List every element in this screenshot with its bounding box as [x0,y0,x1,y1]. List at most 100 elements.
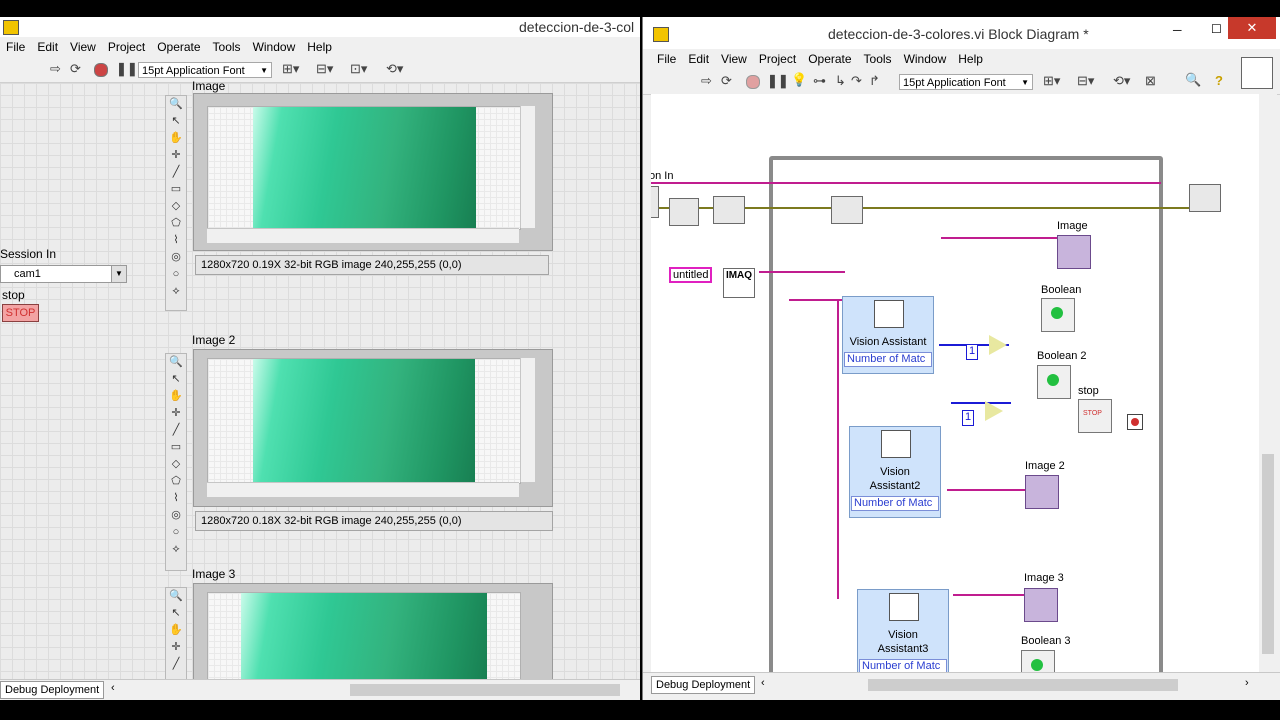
oval-tool-icon[interactable]: ○ [166,524,186,541]
session-in-terminal[interactable] [651,186,659,218]
scroll-left-icon[interactable]: ‹ [111,682,115,694]
front-panel-hscroll-thumb[interactable] [350,684,620,696]
image1-display[interactable] [193,93,553,251]
block-diagram-hscroll-thumb[interactable] [868,679,1178,691]
menu-help[interactable]: Help [301,37,338,54]
pan-hand-icon[interactable]: ✋ [166,622,186,639]
untitled-constant[interactable]: untitled [669,267,713,283]
step-into-icon[interactable]: ↳ [835,73,846,89]
vision-assistant-3[interactable]: Vision Assistant3 Number of Matc [857,589,949,672]
pause-icon[interactable]: ❚❚ [767,73,789,89]
resize-objects-icon[interactable]: ⊡▾ [350,61,367,77]
boolean-indicator[interactable] [1041,298,1075,332]
front-panel-debug-deployment[interactable]: Debug Deployment [0,681,105,699]
retain-wire-values-icon[interactable]: ⊶ [813,73,826,89]
distribute-objects-icon[interactable]: ⊟▾ [316,61,333,77]
session-in-control[interactable]: cam1 ▼ [0,265,127,283]
menu-project[interactable]: Project [753,49,802,66]
run-continuously-icon[interactable]: ⟳ [721,73,732,89]
block-diagram-titlebar[interactable]: deteccion-de-3-colores.vi Block Diagram … [643,17,1280,49]
line-tool-icon[interactable]: ╱ [166,656,186,673]
imaq-close-node[interactable] [1189,184,1221,212]
help-icon[interactable]: ? [1215,73,1223,88]
zoom-icon[interactable]: 🔍 [166,96,186,113]
menu-project[interactable]: Project [102,37,151,54]
stop-button[interactable]: STOP [2,304,39,322]
imaq-configure-node[interactable] [713,196,745,224]
freehand-icon[interactable]: ⌇ [166,490,186,507]
pointer-icon[interactable]: ↖ [166,371,186,388]
scroll-left-icon[interactable]: ‹ [761,677,765,689]
menu-window[interactable]: Window [898,49,953,66]
menu-help[interactable]: Help [952,49,989,66]
menu-file[interactable]: File [651,49,682,66]
rotated-rect-icon[interactable]: ◇ [166,456,186,473]
polygon-tool-icon[interactable]: ⬠ [166,473,186,490]
menu-view[interactable]: View [715,49,753,66]
menu-operate[interactable]: Operate [802,49,857,66]
stop-terminal[interactable]: STOP [1078,399,1112,433]
run-arrow-icon[interactable]: ⇨ [50,61,61,77]
imaq-open-node[interactable] [669,198,699,226]
menu-edit[interactable]: Edit [31,37,64,54]
image1-hscroll[interactable] [207,228,519,243]
abort-icon[interactable] [746,75,760,89]
line-tool-icon[interactable]: ╱ [166,164,186,181]
block-diagram-debug-deployment[interactable]: Debug Deployment [651,676,756,694]
oval-tool-icon[interactable]: ○ [166,266,186,283]
rectangle-tool-icon[interactable]: ▭ [166,181,186,198]
imaq-create-node[interactable]: IMAQ [723,268,755,298]
reorder-icon[interactable]: ⟲▾ [1113,73,1130,89]
distribute-objects-icon[interactable]: ⊟▾ [1077,73,1094,89]
rectangle-tool-icon[interactable]: ▭ [166,439,186,456]
menu-view[interactable]: View [64,37,102,54]
highlight-execution-icon[interactable]: 💡 [791,72,807,88]
imaq-start-node[interactable] [831,196,863,224]
number-of-matches-3[interactable]: Number of Matc [859,659,947,672]
pause-icon[interactable]: ❚❚ [116,61,138,77]
maximize-icon[interactable]: ☐ [1211,22,1222,36]
point-tool-icon[interactable]: ✛ [166,147,186,164]
freehand-icon[interactable]: ⌇ [166,232,186,249]
scroll-right-icon[interactable]: › [1245,677,1249,689]
align-objects-icon[interactable]: ⊞▾ [1043,73,1060,89]
vision-assistant-1[interactable]: Vision Assistant Number of Matc [842,296,934,374]
boolean2-indicator[interactable] [1037,365,1071,399]
image3-display[interactable] [193,583,553,686]
image2-vscroll[interactable] [520,358,535,482]
zoom-icon[interactable]: 🔍 [166,588,186,605]
minimize-icon[interactable]: ─ [1173,23,1182,37]
font-selector[interactable]: 15pt Application Font ▼ [899,74,1033,90]
equal-compare-1[interactable] [989,335,1007,355]
pan-hand-icon[interactable]: ✋ [166,130,186,147]
menu-tools[interactable]: Tools [858,49,898,66]
constant-1-b[interactable]: 1 [962,410,974,426]
font-selector[interactable]: 15pt Application Font ▼ [138,62,272,78]
vscroll-thumb[interactable] [1262,454,1274,654]
run-arrow-icon[interactable]: ⇨ [701,73,712,89]
number-of-matches-1[interactable]: Number of Matc [844,352,932,367]
constant-1-a[interactable]: 1 [966,344,978,360]
polygon-tool-icon[interactable]: ⬠ [166,215,186,232]
broken-line-icon[interactable]: ⟡ [166,541,186,558]
vision-assistant-2[interactable]: Vision Assistant2 Number of Matc [849,426,941,518]
image2-hscroll[interactable] [207,482,519,497]
equal-compare-2[interactable] [985,401,1003,421]
image2-display[interactable] [193,349,553,507]
run-continuously-icon[interactable]: ⟳ [70,61,81,77]
broken-line-icon[interactable]: ⟡ [166,283,186,300]
align-objects-icon[interactable]: ⊞▾ [282,61,299,77]
menu-edit[interactable]: Edit [682,49,715,66]
cleanup-diagram-icon[interactable]: ⊠ [1145,73,1156,89]
search-icon[interactable]: 🔍 [1185,72,1201,88]
annulus-icon[interactable]: ◎ [166,507,186,524]
image-indicator[interactable] [1057,235,1091,269]
point-tool-icon[interactable]: ✛ [166,639,186,656]
menu-file[interactable]: File [0,37,31,54]
pan-hand-icon[interactable]: ✋ [166,388,186,405]
pointer-icon[interactable]: ↖ [166,605,186,622]
menu-window[interactable]: Window [247,37,302,54]
loop-condition-terminal[interactable] [1127,414,1143,430]
close-icon[interactable]: ✕ [1228,17,1276,39]
menu-tools[interactable]: Tools [207,37,247,54]
